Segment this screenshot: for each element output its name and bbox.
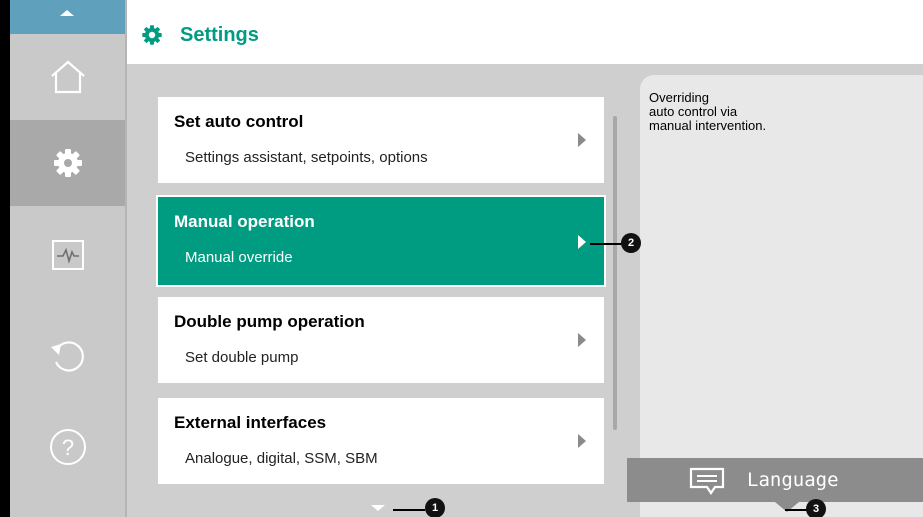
main-content: Set auto control Settings assistant, set… xyxy=(127,64,923,517)
sidebar-scroll-up[interactable] xyxy=(10,0,125,34)
sidebar-item-undo[interactable] xyxy=(10,312,125,398)
menu-item-subtitle: Set double pump xyxy=(185,349,299,366)
callout-line-1 xyxy=(393,509,425,511)
settings-gear-icon xyxy=(142,25,162,45)
chevron-right-icon xyxy=(578,434,586,448)
language-label: Language xyxy=(747,469,839,491)
callout-badge-1: 1 xyxy=(425,498,445,517)
menu-item-double-pump-operation[interactable]: Double pump operation Set double pump xyxy=(158,297,604,383)
chevron-right-icon xyxy=(578,235,586,249)
menu-item-title: External interfaces xyxy=(174,413,327,432)
menu-item-title: Double pump operation xyxy=(174,312,365,331)
menu-item-subtitle: Manual override xyxy=(185,249,293,266)
diagnostics-icon xyxy=(51,240,84,270)
sidebar: ? xyxy=(10,0,127,517)
screen: ? Settings Set auto control Settings ass… xyxy=(0,0,923,517)
menu-item-subtitle: Settings assistant, setpoints, options xyxy=(185,149,428,166)
menu-item-external-interfaces[interactable]: External interfaces Analogue, digital, S… xyxy=(158,398,604,484)
callout-badge-3: 3 xyxy=(806,499,826,517)
info-text: Overriding auto control via manual inter… xyxy=(649,91,766,133)
info-line-1: Overriding xyxy=(649,90,709,105)
menu-scrollbar[interactable] xyxy=(613,116,617,430)
svg-text:?: ? xyxy=(61,435,73,460)
menu-item-manual-operation[interactable]: Manual operation Manual override xyxy=(156,195,606,287)
home-icon xyxy=(50,60,85,94)
info-panel: Overriding auto control via manual inter… xyxy=(640,75,923,517)
chevron-up-icon xyxy=(60,10,74,16)
menu-item-set-auto-control[interactable]: Set auto control Settings assistant, set… xyxy=(158,97,604,183)
info-line-3: manual intervention. xyxy=(649,118,767,133)
chat-bubble-icon xyxy=(689,467,725,495)
sidebar-item-home[interactable] xyxy=(10,34,125,120)
gear-icon xyxy=(53,149,82,177)
callout-line-2 xyxy=(590,243,622,245)
chevron-right-icon xyxy=(578,333,586,347)
language-button[interactable]: Language xyxy=(627,458,923,502)
page-title: Settings xyxy=(180,24,259,46)
chevron-right-icon xyxy=(578,133,586,147)
undo-icon xyxy=(50,341,84,372)
sidebar-item-diagnostics[interactable] xyxy=(10,212,125,298)
sidebar-item-help[interactable]: ? xyxy=(10,404,125,490)
menu-item-title: Set auto control xyxy=(174,112,304,131)
callout-badge-2: 2 xyxy=(621,233,641,253)
help-icon: ? xyxy=(49,429,86,465)
menu-item-subtitle: Analogue, digital, SSM, SBM xyxy=(185,450,378,467)
sidebar-item-settings[interactable] xyxy=(10,120,125,206)
scroll-down-icon[interactable] xyxy=(371,505,385,511)
info-line-2: auto control via xyxy=(649,104,738,119)
menu-item-title: Manual operation xyxy=(174,212,315,231)
page-header: Settings xyxy=(127,0,923,64)
